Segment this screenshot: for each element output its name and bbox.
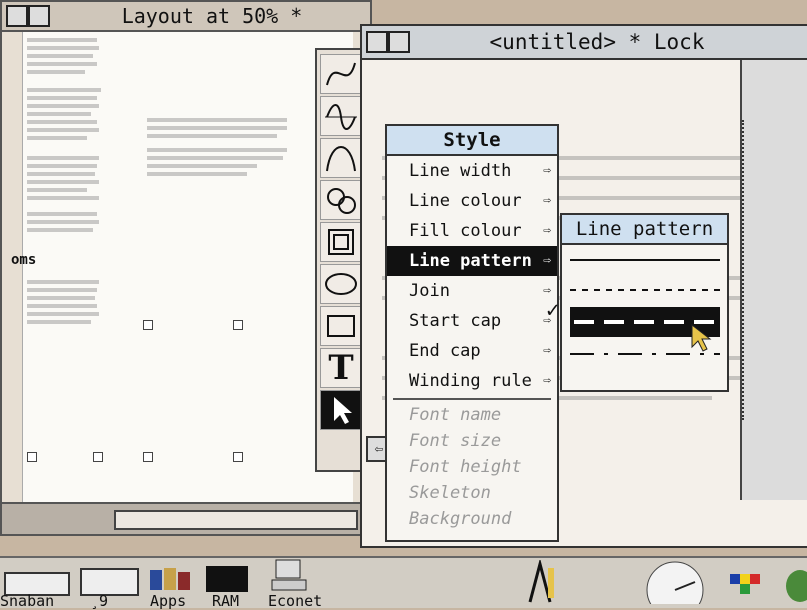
untitled-window-title: <untitled> * Lock [489,30,705,54]
submenu-arrow-icon: ⇨ [543,373,551,388]
menu-item-start-cap[interactable]: Start cap ⇨ [387,306,557,336]
submenu-arrow-icon: ⇨ [543,163,551,178]
menu-item-label: Line pattern [409,251,532,271]
pattern-dotted[interactable] [570,275,720,305]
layout-window-titlebar[interactable]: Layout at 50% * [2,2,370,32]
close-icon[interactable] [388,31,410,53]
submenu-arrow-icon: ⇨ [543,253,551,268]
menu-item-label: Font name [409,405,502,425]
menu-item-skeleton: Skeleton [387,480,557,506]
freehand-tool-icon[interactable] [320,180,362,220]
layout-window-title: Layout at 50% * [121,4,303,28]
memory-icon[interactable] [206,566,248,592]
menu-item-label: Line colour [409,191,522,211]
menu-item-label: Font size [409,431,502,451]
menu-item-label: Skeleton [409,483,491,503]
iconbar-label-apps: Apps [150,592,187,610]
palette-icon[interactable] [730,564,770,604]
menu-item-background: Background [387,506,557,532]
back-icon[interactable] [6,5,28,27]
menu-item-label: Background [409,509,512,529]
menu-item-end-cap[interactable]: End cap ⇨ [387,336,557,366]
menu-item-label: Fill colour [409,221,522,241]
close-icon[interactable] [28,5,50,27]
menu-item-font-name: Font name [387,402,557,428]
submenu-arrow-icon: ⇨ [543,193,551,208]
menu-item-line-width[interactable]: Line width ⇨ [387,156,557,186]
network-icon[interactable] [270,558,314,594]
menu-item-join[interactable]: Join ⇨ [387,276,557,306]
ram-disc-icon[interactable] [80,568,139,596]
drawing-compass-icon[interactable] [520,558,560,604]
menu-item-label: End cap [409,341,481,361]
menu-item-winding-rule[interactable]: Winding rule ⇨ [387,366,557,396]
menu-item-font-height: Font height [387,454,557,480]
side-heading: oms [11,252,37,268]
style-menu: Style Line width ⇨ Line colour ⇨ Fill co… [385,124,559,542]
submenu-arrow-icon: ⇨ [543,223,551,238]
acorn-icon[interactable] [780,564,807,604]
frame-tool-icon[interactable] [320,222,362,262]
menu-item-label: Winding rule [409,371,532,391]
iconbar-label-ram: RAM [212,592,240,610]
vertical-ruler [740,60,807,500]
icon-bar: Snaban ¸9 Apps RAM Econet [0,556,807,610]
menu-item-label: Line width [409,161,512,181]
curve-tool-icon[interactable] [320,54,362,94]
untitled-window-titlebar[interactable]: <untitled> * Lock [362,26,807,60]
text-tool-icon[interactable]: T [320,348,362,388]
ellipse-tool-icon[interactable] [320,264,362,304]
line-pattern-menu: Line pattern [560,213,729,392]
menu-item-line-colour[interactable]: Line colour ⇨ [387,186,557,216]
mouse-pointer-icon [688,323,714,353]
menu-item-label: Start cap [409,311,502,331]
menu-item-fill-colour[interactable]: Fill colour ⇨ [387,216,557,246]
iconbar-label-drive: ¸9 [90,592,109,610]
checkmark-icon: ✓ [546,298,560,323]
wave-tool-icon[interactable] [320,96,362,136]
pattern-solid[interactable] [570,245,720,275]
clock-icon[interactable] [640,560,710,610]
rectangle-tool-icon[interactable] [320,306,362,346]
iconbar-label-econet: Econet [268,592,323,610]
select-arrow-icon[interactable] [320,390,362,430]
layout-document: oms [11,32,353,502]
menu-separator [393,398,551,400]
arc-tool-icon[interactable] [320,138,362,178]
submenu-arrow-icon: ⇨ [543,343,551,358]
iconbar-label-snaban: Snaban [0,592,55,610]
apps-icon[interactable] [148,562,193,594]
menu-item-label: Join [409,281,450,301]
menu-item-line-pattern[interactable]: Line pattern ⇨ [387,246,557,276]
style-menu-title: Style [387,126,557,156]
menu-item-label: Font height [409,457,522,477]
line-pattern-menu-title: Line pattern [562,215,727,245]
horizontal-scroll-thumb[interactable] [114,510,358,530]
back-icon[interactable] [366,31,388,53]
menu-item-font-size: Font size [387,428,557,454]
